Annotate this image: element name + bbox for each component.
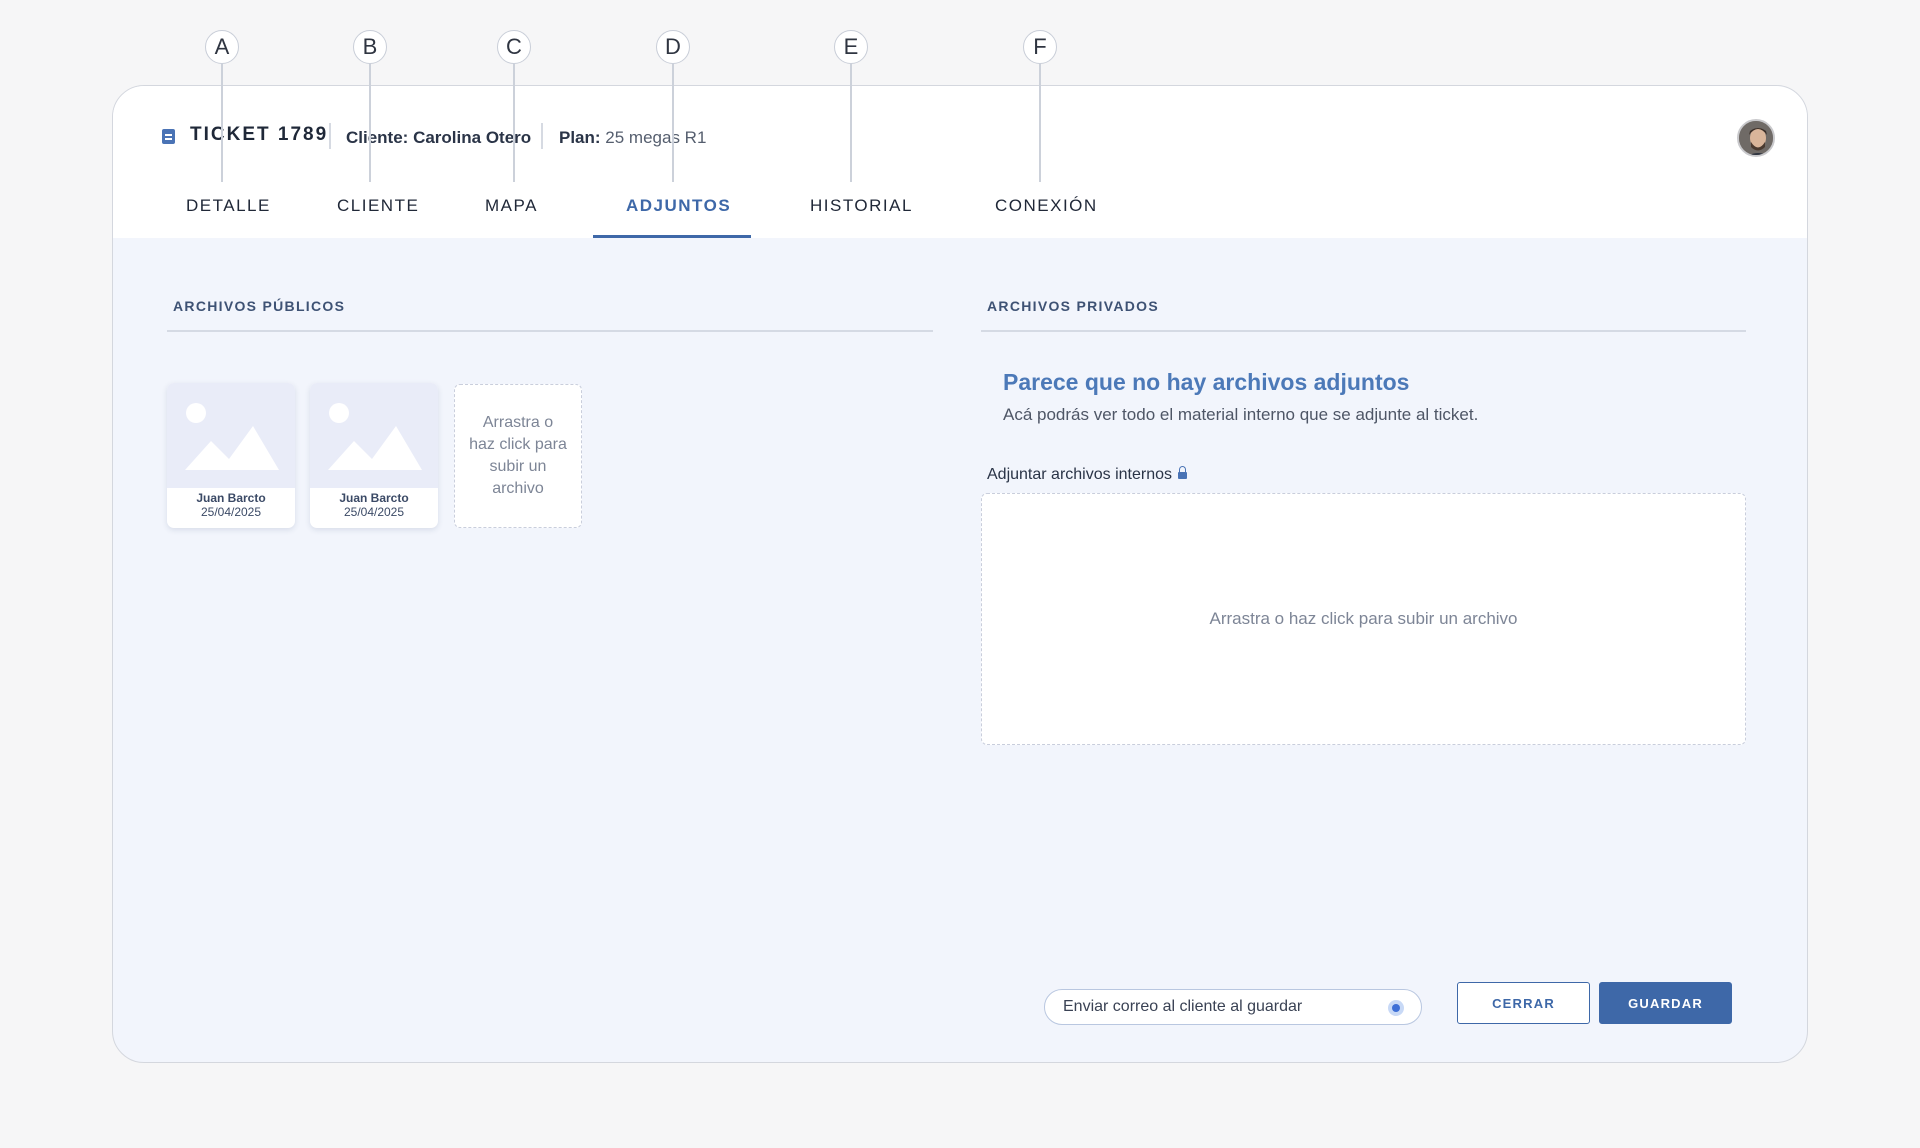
tab-detalle[interactable]: DETALLE [186,196,271,216]
attach-internal-label-text: Adjuntar archivos internos [987,466,1172,483]
annotation-marker-d: D [656,30,690,64]
image-placeholder-icon [167,383,295,488]
annotation-marker-f: F [1023,30,1057,64]
plan-info: Plan: 25 megas R1 [559,128,706,148]
ticket-title: TICKET 1789 [190,124,329,145]
user-avatar[interactable] [1737,119,1775,157]
empty-state-subtitle: Acá podrás ver todo el material interno … [1003,405,1479,424]
public-upload-dropzone[interactable]: Arrastra o haz click para subir un archi… [454,384,582,528]
annotation-marker-label: F [1033,34,1047,59]
toggle-indicator-icon [1388,1000,1404,1016]
close-button[interactable]: CERRAR [1457,982,1590,1024]
image-placeholder-icon [310,383,438,488]
private-files-title: ARCHIVOS PRIVADOS [987,298,1159,314]
tab-historial[interactable]: HISTORIAL [810,196,913,216]
annotation-line [672,64,674,182]
save-button[interactable]: GUARDAR [1599,982,1732,1024]
annotation-marker-b: B [353,30,387,64]
private-upload-dropzone[interactable]: Arrastra o haz click para subir un archi… [981,493,1746,745]
annotation-marker-e: E [834,30,868,64]
annotation-line [513,64,515,182]
annotation-line [369,64,371,182]
annotation-line [1039,64,1041,182]
public-file-thumbnail[interactable]: Juan Barcto 25/04/2025 [167,383,295,528]
file-date: 25/04/2025 [343,505,405,519]
section-divider [167,330,933,332]
empty-state-title: Parece que no hay archivos adjuntos [1003,369,1410,395]
ticket-header: TICKET 1789 Cliente: Carolina Otero Plan… [113,86,1807,238]
header-divider [541,123,543,149]
section-divider [981,330,1746,332]
lock-icon [1177,466,1187,480]
annotation-marker-label: E [843,34,859,59]
annotation-marker-label: C [506,34,522,59]
annotation-line [850,64,852,182]
annotation-marker-label: B [362,34,378,59]
file-author: Juan Barcto [339,491,409,505]
active-tab-indicator [593,235,751,238]
ticket-document-icon [162,129,175,144]
plan-value: 25 megas R1 [605,128,707,147]
public-files-title: ARCHIVOS PÚBLICOS [173,298,346,314]
file-date: 25/04/2025 [200,505,262,519]
plan-label: Plan: [559,128,601,147]
tab-cliente[interactable]: CLIENTE [337,196,419,216]
header-divider [329,123,331,149]
annotation-marker-label: A [214,34,230,59]
private-upload-text: Arrastra o haz click para subir un archi… [1209,609,1518,628]
annotation-marker-c: C [497,30,531,64]
client-label: Cliente: [346,128,409,147]
attach-internal-label: Adjuntar archivos internos [987,466,1187,484]
file-author: Juan Barcto [196,491,266,505]
tab-adjuntos[interactable]: ADJUNTOS [626,196,731,216]
email-toggle-label: Enviar correo al cliente al guardar [1063,998,1303,1015]
client-info: Cliente: Carolina Otero [346,128,531,148]
email-client-toggle[interactable]: Enviar correo al cliente al guardar [1044,989,1422,1025]
tab-mapa[interactable]: MAPA [485,196,538,216]
tab-conexion[interactable]: CONEXIÓN [995,196,1098,216]
public-file-thumbnail[interactable]: Juan Barcto 25/04/2025 [310,383,438,528]
ticket-card: TICKET 1789 Cliente: Carolina Otero Plan… [112,85,1808,1063]
annotation-marker-label: D [665,34,681,59]
annotation-marker-a: A [205,30,239,64]
annotation-line [221,64,223,182]
avatar-portrait-icon [1739,121,1773,155]
